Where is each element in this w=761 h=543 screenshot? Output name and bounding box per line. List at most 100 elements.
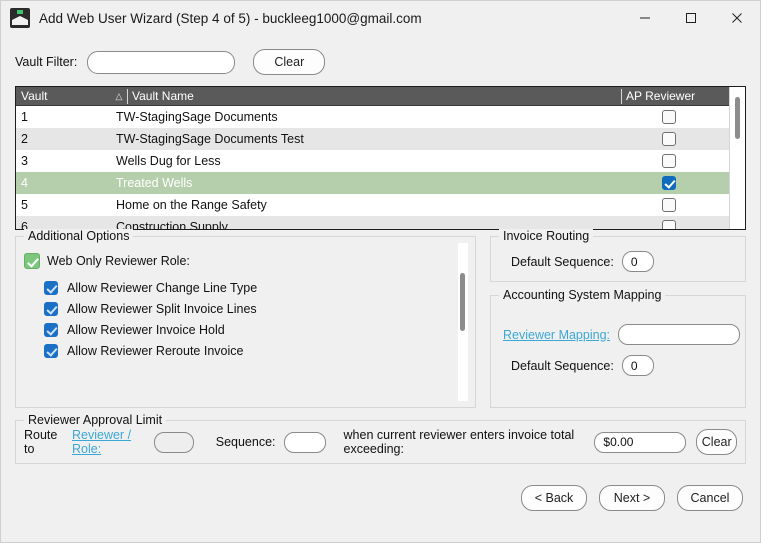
clear-filter-button[interactable]: Clear (253, 49, 326, 75)
invoice-routing-legend: Invoice Routing (499, 229, 594, 243)
reviewer-role-link[interactable]: Reviewer / Role: (72, 428, 146, 456)
vault-filter-input[interactable] (87, 50, 236, 74)
invoice-routing-group: Invoice Routing Default Sequence: (490, 229, 746, 282)
invoice-total-amount-input[interactable] (594, 431, 687, 453)
sequence-input[interactable] (283, 431, 326, 453)
vault-grid: Vault △ Vault Name AP Reviewer 1 TW-Stag… (15, 86, 746, 230)
clear-approval-limit-button[interactable]: Clear (696, 429, 737, 455)
web-only-reviewer-role-label: Web Only Reviewer Role: (47, 254, 190, 268)
cell-ap-reviewer (621, 109, 729, 124)
web-only-reviewer-role-checkbox[interactable] (24, 253, 40, 269)
vault-filter-label: Vault Filter: (15, 55, 78, 69)
sub-option-label: Allow Reviewer Reroute Invoice (67, 343, 244, 358)
back-button[interactable]: < Back (521, 485, 587, 511)
allow-reviewer-reroute-invoice-checkbox[interactable] (44, 343, 58, 358)
right-column: Invoice Routing Default Sequence: Accoun… (490, 229, 746, 408)
allow-reviewer-reroute-invoice-option[interactable]: Allow Reviewer Reroute Invoice (44, 340, 475, 361)
vault-grid-header: Vault △ Vault Name AP Reviewer (16, 87, 729, 106)
table-row[interactable]: 3 Wells Dug for Less (16, 150, 729, 172)
allow-reviewer-split-invoice-lines-checkbox[interactable] (44, 301, 58, 316)
allow-reviewer-change-line-type-checkbox[interactable] (44, 280, 58, 295)
app-icon (10, 8, 30, 28)
cell-vault: 3 (21, 153, 28, 168)
allow-reviewer-change-line-type-option[interactable]: Allow Reviewer Change Line Type (44, 277, 475, 298)
reviewer-approval-limit-body: Route to Reviewer / Role: Sequence: when… (16, 421, 745, 463)
table-row-selected[interactable]: 4 Treated Wells (16, 172, 729, 194)
table-row[interactable]: 2 TW-StagingSage Documents Test (16, 128, 729, 150)
cell-vault-name: Construction Supply (116, 219, 228, 230)
additional-options-scrollbar[interactable] (458, 243, 468, 401)
sort-ascending-icon[interactable]: △ (111, 87, 127, 106)
sub-option-label: Allow Reviewer Change Line Type (67, 280, 258, 295)
sub-option-label: Allow Reviewer Split Invoice Lines (67, 301, 257, 316)
invoice-routing-sequence-label: Default Sequence: (511, 254, 614, 269)
cell-ap-reviewer (621, 131, 729, 146)
exceeding-label: when current reviewer enters invoice tot… (343, 428, 575, 456)
vault-grid-scrollbar-thumb[interactable] (735, 97, 740, 139)
cell-ap-reviewer (621, 153, 729, 168)
ap-reviewer-checkbox[interactable] (662, 131, 676, 146)
sub-options-list: Allow Reviewer Change Line Type Allow Re… (24, 277, 475, 361)
cell-vault: 6 (21, 219, 28, 230)
cell-ap-reviewer (621, 197, 729, 212)
allow-reviewer-invoice-hold-option[interactable]: Allow Reviewer Invoice Hold (44, 319, 475, 340)
window-controls (622, 1, 760, 35)
cell-vault-name: TW-StagingSage Documents Test (116, 131, 304, 146)
accounting-system-mapping-legend: Accounting System Mapping (499, 288, 666, 302)
wizard-footer: < Back Next > Cancel (1, 464, 760, 542)
ap-reviewer-checkbox[interactable] (662, 153, 676, 168)
middle-section: Additional Options Web Only Reviewer Rol… (15, 229, 746, 408)
close-button[interactable] (714, 1, 760, 35)
column-header-vault[interactable]: Vault (16, 87, 111, 106)
cell-vault: 1 (21, 109, 28, 124)
cell-ap-reviewer (621, 175, 729, 190)
title-bar: Add Web User Wizard (Step 4 of 5) - buck… (1, 1, 760, 35)
reviewer-approval-limit-group: Reviewer Approval Limit Route to Reviewe… (15, 413, 746, 464)
allow-reviewer-invoice-hold-checkbox[interactable] (44, 322, 58, 337)
reviewer-mapping-input[interactable] (618, 324, 740, 345)
route-to-label: Route to (24, 428, 58, 456)
cell-vault-name: Wells Dug for Less (116, 153, 221, 168)
cell-vault-name: Treated Wells (116, 175, 193, 190)
vault-grid-scrollbar[interactable] (729, 87, 745, 229)
cancel-button[interactable]: Cancel (677, 485, 743, 511)
sub-option-label: Allow Reviewer Invoice Hold (67, 322, 225, 337)
cell-vault: 5 (21, 197, 28, 212)
ap-reviewer-checkbox[interactable] (662, 175, 676, 190)
ap-reviewer-checkbox[interactable] (662, 219, 676, 229)
web-only-reviewer-role-option[interactable]: Web Only Reviewer Role: (24, 253, 475, 269)
table-row[interactable]: 1 TW-StagingSage Documents (16, 106, 729, 128)
vault-filter-row: Vault Filter: Clear (1, 41, 760, 83)
ap-reviewer-checkbox[interactable] (662, 109, 676, 124)
ap-reviewer-checkbox[interactable] (662, 197, 676, 212)
cell-vault: 4 (21, 175, 28, 190)
next-button[interactable]: Next > (599, 485, 665, 511)
maximize-button[interactable] (668, 1, 714, 35)
vault-grid-body: Vault △ Vault Name AP Reviewer 1 TW-Stag… (16, 87, 729, 229)
window-title: Add Web User Wizard (Step 4 of 5) - buck… (39, 10, 422, 26)
add-web-user-wizard-window: Add Web User Wizard (Step 4 of 5) - buck… (0, 0, 761, 543)
additional-options-body: Web Only Reviewer Role: Allow Reviewer C… (16, 237, 475, 407)
allow-reviewer-split-invoice-lines-option[interactable]: Allow Reviewer Split Invoice Lines (44, 298, 475, 319)
reviewer-approval-limit-legend: Reviewer Approval Limit (24, 413, 167, 427)
column-header-vault-name[interactable]: Vault Name (127, 87, 621, 106)
reviewer-mapping-row: Reviewer Mapping: (491, 296, 745, 345)
mapping-sequence-input[interactable] (621, 355, 654, 376)
additional-options-scrollbar-thumb[interactable] (460, 273, 465, 331)
reviewer-mapping-link[interactable]: Reviewer Mapping: (503, 328, 610, 342)
mapping-sequence-label: Default Sequence: (511, 358, 614, 373)
column-header-ap-reviewer[interactable]: AP Reviewer (621, 87, 729, 106)
cell-vault-name: TW-StagingSage Documents (116, 109, 278, 124)
cell-vault-name: Home on the Range Safety (116, 197, 267, 212)
additional-options-group: Additional Options Web Only Reviewer Rol… (15, 229, 476, 408)
cell-vault: 2 (21, 131, 28, 146)
reviewer-role-input[interactable] (153, 431, 194, 453)
minimize-button[interactable] (622, 1, 668, 35)
sequence-label: Sequence: (215, 435, 276, 449)
cell-ap-reviewer (621, 219, 729, 229)
table-row[interactable]: 5 Home on the Range Safety (16, 194, 729, 216)
accounting-system-mapping-group: Accounting System Mapping Reviewer Mappi… (490, 288, 746, 408)
mapping-sequence-row: Default Sequence: (491, 345, 745, 376)
table-row[interactable]: 6 Construction Supply (16, 216, 729, 229)
invoice-routing-sequence-input[interactable] (621, 251, 654, 272)
